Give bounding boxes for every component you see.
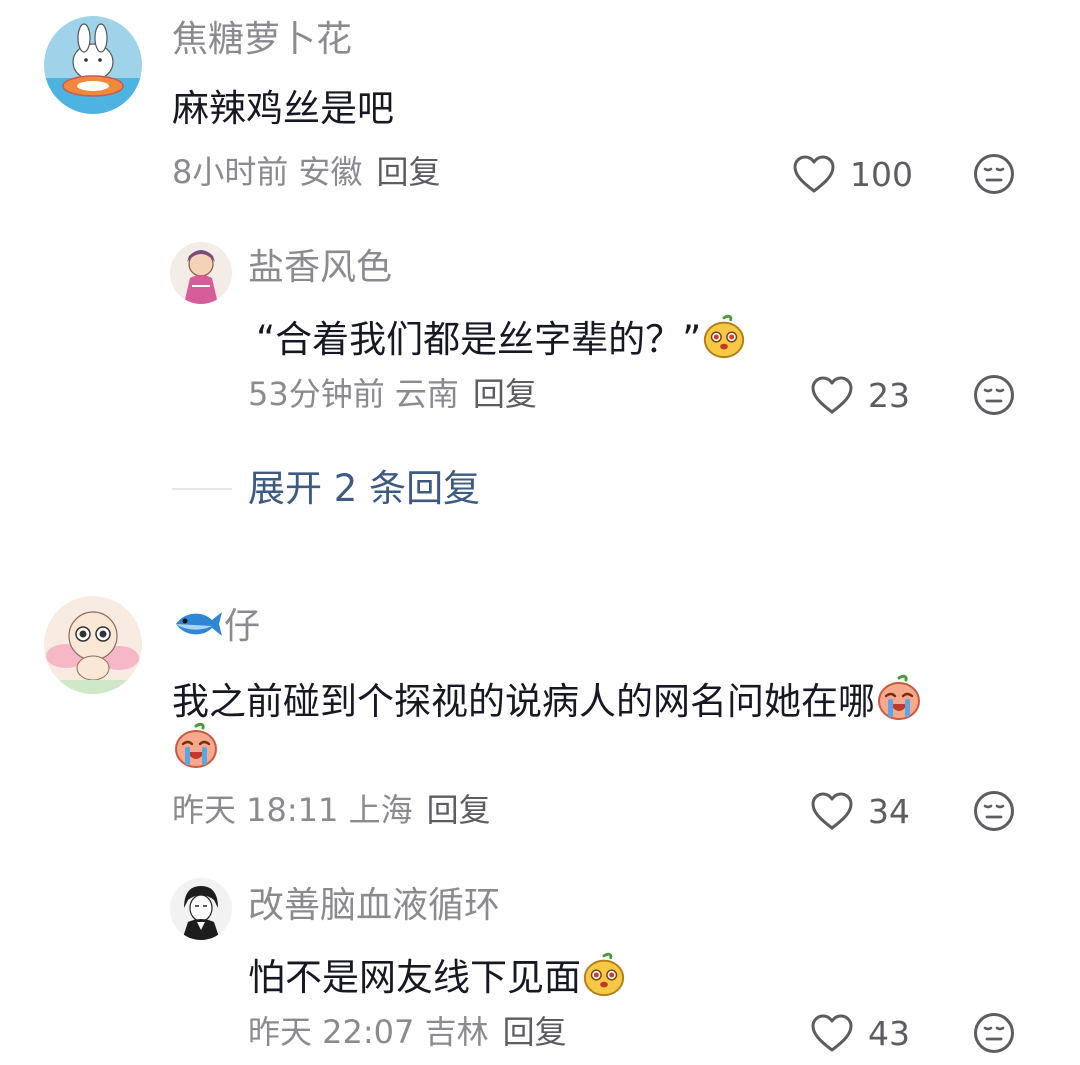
- manga-character-avatar[interactable]: [170, 878, 232, 940]
- reply-meta: 53分钟前 云南 回复: [248, 378, 537, 410]
- like-button[interactable]: 43: [810, 1013, 910, 1053]
- reply-meta: 昨天 22:07 吉林 回复: [248, 1016, 567, 1048]
- reply-time-location: 53分钟前 云南: [248, 375, 459, 413]
- cute-face-emoji-icon: [701, 314, 747, 360]
- like-button[interactable]: 23: [810, 375, 910, 415]
- cartoon-cherub-avatar[interactable]: [44, 596, 142, 694]
- comment-meta: 昨天 18:11 上海 回复: [172, 794, 491, 826]
- cute-face-emoji-icon: [581, 952, 627, 998]
- heart-icon[interactable]: [810, 375, 854, 415]
- like-button[interactable]: 34: [810, 791, 910, 831]
- heart-icon[interactable]: [810, 1013, 854, 1053]
- expand-replies-button[interactable]: 展开 2 条回复: [248, 470, 480, 507]
- like-count: 34: [868, 791, 910, 831]
- comment-text: 我之前碰到个探视的说病人的网名问她在哪: [172, 674, 923, 722]
- reply-username[interactable]: 改善脑血液循环: [248, 888, 500, 924]
- reply-username[interactable]: 盐香风色: [248, 250, 392, 286]
- comment-meta: 8小时前 安徽 回复: [172, 156, 441, 188]
- heart-icon[interactable]: [810, 791, 854, 831]
- like-count: 23: [868, 375, 910, 415]
- bunny-swim-ring-avatar[interactable]: [44, 16, 142, 114]
- crying-face-emoji-icon: [172, 722, 220, 770]
- comment-time-location: 昨天 18:11 上海: [172, 791, 413, 829]
- anime-girl-avatar[interactable]: [170, 242, 232, 304]
- like-button[interactable]: 100: [792, 154, 913, 194]
- reply-button[interactable]: 回复: [377, 153, 441, 191]
- reply-button[interactable]: 回复: [473, 375, 537, 413]
- divider: [172, 488, 232, 490]
- dislike-face-icon[interactable]: [972, 373, 1016, 417]
- comment-text: 麻辣鸡丝是吧: [172, 87, 394, 130]
- fish-icon: [172, 604, 224, 644]
- dislike-face-icon[interactable]: [972, 789, 1016, 833]
- reply-text: 怕不是网友线下见面: [248, 952, 627, 998]
- reply-button[interactable]: 回复: [427, 791, 491, 829]
- comment-time-location: 8小时前 安徽: [172, 153, 363, 191]
- comment-username[interactable]: 焦糖萝卜花: [172, 22, 352, 58]
- comment-username[interactable]: 仔: [172, 604, 260, 645]
- reply-text: “合着我们都是丝字辈的？”: [256, 314, 747, 360]
- reply-time-location: 昨天 22:07 吉林: [248, 1013, 489, 1051]
- like-count: 100: [850, 154, 913, 194]
- reply-button[interactable]: 回复: [503, 1013, 567, 1051]
- like-count: 43: [868, 1013, 910, 1053]
- dislike-face-icon[interactable]: [972, 1011, 1016, 1055]
- crying-face-emoji-icon: [875, 674, 923, 722]
- dislike-face-icon[interactable]: [972, 152, 1016, 196]
- heart-icon[interactable]: [792, 154, 836, 194]
